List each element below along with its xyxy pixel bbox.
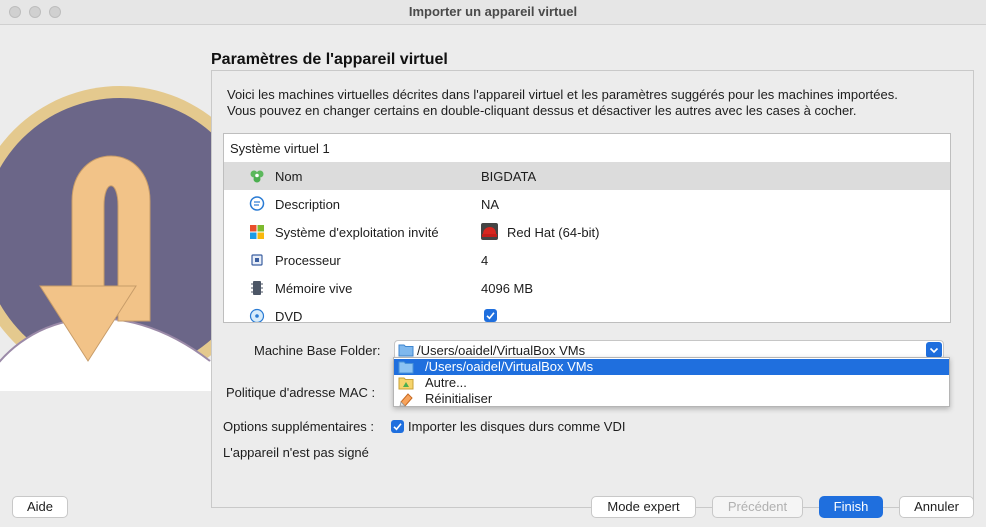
row-value[interactable]: NA (481, 197, 499, 212)
appliance-settings-tree[interactable]: Système virtuel 1 Nom BIGDATA Descriptio… (223, 133, 951, 323)
folder-icon (398, 344, 414, 357)
row-value[interactable]: 4 (481, 253, 488, 268)
folder-dropdown-menu[interactable]: /Users/oaidel/VirtualBox VMs Autre... Ré… (393, 357, 950, 407)
os-icon (250, 225, 264, 239)
row-label: Nom (275, 169, 303, 184)
row-label: Description (275, 197, 341, 212)
dvd-icon (249, 308, 265, 322)
page-title: Paramètres de l'appareil virtuel (211, 51, 448, 68)
description-icon (249, 196, 265, 211)
row-label: DVD (275, 309, 303, 323)
row-value[interactable]: Red Hat (64-bit) (507, 225, 599, 240)
tree-row-name[interactable]: Nom BIGDATA (224, 162, 950, 190)
title-bar: Importer un appareil virtuel (0, 0, 986, 25)
memory-icon (251, 281, 263, 295)
checkmark-icon (393, 423, 402, 431)
tree-row-guest-os[interactable]: Système d'exploitation invité Red Hat (6… (224, 218, 950, 246)
row-label: Mémoire vive (275, 281, 353, 296)
tree-row-cpu[interactable]: Processeur 4 (224, 246, 950, 274)
tree-row-dvd[interactable]: DVD (224, 302, 950, 323)
row-label: Système d'exploitation invité (275, 225, 439, 240)
reset-icon (399, 393, 413, 407)
folder-option-reset[interactable]: Réinitialiser (394, 391, 949, 407)
window-title: Importer un appareil virtuel (408, 4, 578, 19)
page-description: Voici les machines virtuelles décrites d… (227, 87, 957, 119)
finish-button[interactable]: Finish (819, 496, 883, 518)
previous-button[interactable]: Précédent (712, 496, 803, 518)
row-label: Processeur (275, 253, 341, 268)
row-value[interactable]: BIGDATA (481, 169, 536, 184)
machine-folder-label: Machine Base Folder: (254, 343, 381, 358)
description-line-1: Voici les machines virtuelles décrites d… (227, 87, 898, 102)
folder-icon (398, 361, 414, 374)
tree-row-description[interactable]: Description NA (224, 190, 950, 218)
tree-row-memory[interactable]: Mémoire vive 4096 MB (224, 274, 950, 302)
signature-status: L'appareil n'est pas signé (223, 445, 369, 460)
extra-options-label: Options supplémentaires : (223, 419, 375, 434)
other-folder-icon (398, 377, 414, 390)
mac-policy-label: Politique d'adresse MAC : (226, 385, 376, 400)
dvd-checkbox[interactable] (484, 309, 497, 322)
import-vdi-checkbox[interactable] (391, 420, 404, 433)
machine-folder-value: /Users/oaidel/VirtualBox VMs (417, 343, 586, 358)
redhat-icon (481, 223, 498, 240)
folder-option-label: Autre... (425, 375, 467, 390)
row-value[interactable]: 4096 MB (481, 281, 533, 296)
cancel-button[interactable]: Annuler (899, 496, 974, 518)
folder-option-current[interactable]: /Users/oaidel/VirtualBox VMs (394, 359, 949, 375)
checkmark-icon (486, 312, 495, 320)
expert-mode-button[interactable]: Mode expert (591, 496, 696, 518)
virtual-system-header[interactable]: Système virtuel 1 (230, 141, 330, 156)
folder-option-label: Réinitialiser (425, 391, 493, 406)
import-vdi-label[interactable]: Importer les disques durs comme VDI (408, 419, 625, 434)
folder-option-other[interactable]: Autre... (394, 375, 949, 391)
cpu-icon (251, 254, 263, 266)
wizard-content: Paramètres de l'appareil virtuel Voici l… (0, 25, 986, 527)
chevron-down-icon[interactable] (926, 342, 942, 358)
name-icon (250, 170, 264, 183)
import-wizard-illustration (0, 86, 240, 391)
description-line-2: Vous pouvez en changer certains en doubl… (227, 103, 857, 118)
folder-option-label: /Users/oaidel/VirtualBox VMs (425, 359, 594, 374)
help-button[interactable]: Aide (12, 496, 68, 518)
